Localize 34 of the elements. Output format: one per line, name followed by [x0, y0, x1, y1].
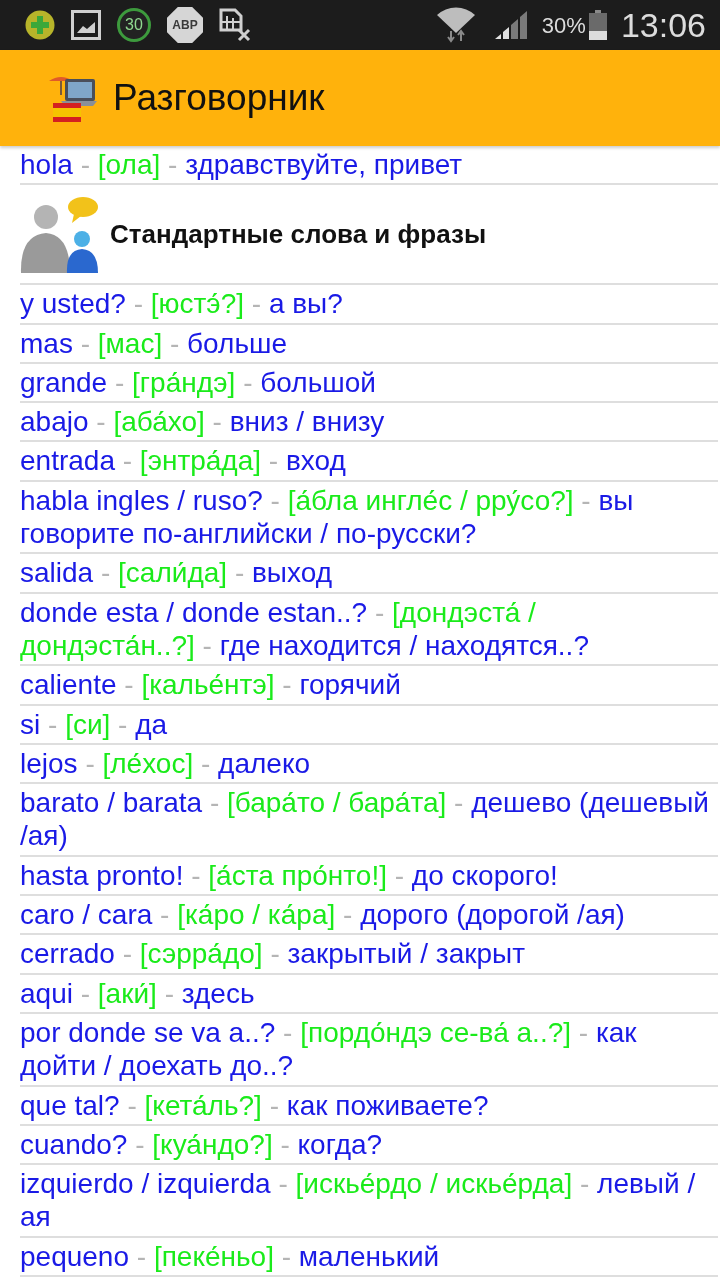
phrase-entry: cerrado - [сэрра́до] - закрытый / закрыт [20, 935, 718, 975]
phrase-entry: y usted? - [юстэ́?] - а вы? [20, 285, 718, 325]
plus-circle-icon [25, 10, 55, 40]
phrase-entry: mas - [мас] - больше [20, 324, 718, 364]
phrase-entry: donde esta / donde estan..? - [дондэста́ / дондэста́н..?] - где находится / находятся..? [20, 593, 718, 667]
phrase-entry: hola - [ола] - здравствуйте, привет [20, 146, 718, 186]
phrase-entry: cuando? - [куа́ндо?] - когда? [20, 1125, 718, 1166]
phrase-entry: entrada - [энтра́да] - вход [20, 442, 718, 482]
signal-icon [493, 10, 528, 40]
battery-icon [588, 10, 607, 40]
phrase-entry: caliente - [калье́нтэ] - горячий [20, 666, 718, 706]
phrase-entry: habla ingles / ruso? - [а́бла ингле́с / рру́со?] - вы говорите по-английски / по-русски? [20, 481, 718, 555]
phrase-entry: grande - [гра́ндэ] - большой [20, 363, 718, 404]
octagon-badge: ABP [167, 7, 203, 43]
phrase-entry: barato / barata - [бара́то / бара́та] - дешево (дешевый /ая) [20, 784, 718, 857]
battery-percent: 30% [541, 11, 586, 40]
phrase-entry: hasta pronto! - [а́ста про́нто!] - до скорого! [20, 856, 718, 897]
phrase-entry: caro / cara - [ка́ро / ка́ра] - дорого (дорогой /ая) [20, 896, 718, 936]
phrase-entry: por donde se va a..? - [пордо́ндэ се-ва́ а..?] - как дойти / доехать до..? [20, 1013, 718, 1087]
clock-time: 13:06 [620, 4, 706, 46]
phrase-entry: abajo - [аба́хо] - вниз / внизу [20, 403, 718, 443]
phrase-entry: lejos - [ле́хос] - далеко [20, 744, 718, 785]
phrase-entry: si - [си] - да [20, 705, 718, 745]
phrase-entry: aqui - [аки́] - здесь [20, 974, 718, 1014]
ring-badge: 30 [117, 8, 151, 42]
section-title: Стандартные слова и фразы [110, 217, 487, 251]
document-x-icon [219, 8, 251, 42]
image-icon [71, 10, 101, 40]
phrase-entry: salida - [сали́да] - выход [20, 554, 718, 594]
phrase-entry: que tal? - [кета́ль?] - как поживаете? [20, 1086, 718, 1126]
phrase-entry: pequeno - [пеке́ньо] - маленький [20, 1237, 718, 1277]
people-speech-bubble-icon [20, 195, 100, 274]
app-title: Разговорник [113, 76, 325, 121]
wifi-icon [435, 7, 476, 43]
